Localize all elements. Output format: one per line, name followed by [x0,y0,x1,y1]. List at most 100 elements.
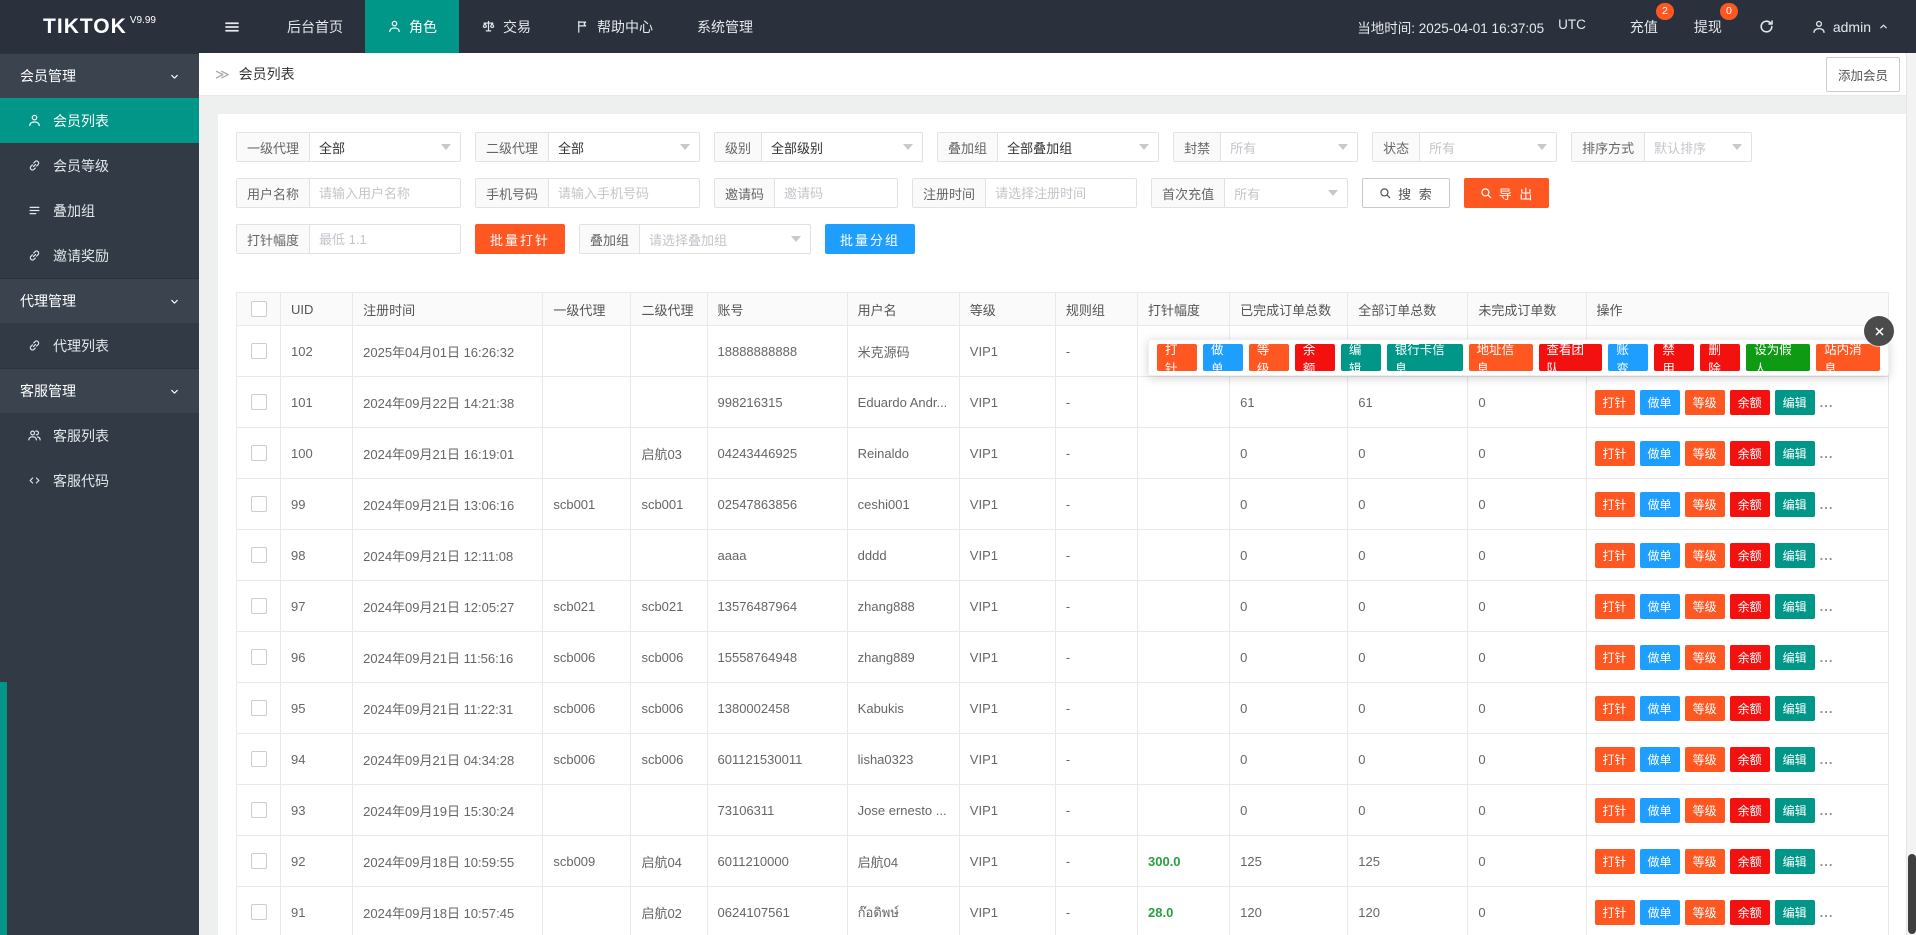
refresh-button[interactable] [1740,18,1793,35]
popup-action-button[interactable]: 余额 [1294,343,1335,376]
nav-item-roles[interactable]: 角色 [365,0,459,53]
row-action-button[interactable]: 余额 [1729,389,1770,415]
row-action-button[interactable]: 做单 [1639,440,1680,466]
row-action-button[interactable]: 做单 [1639,695,1680,721]
filter-select-second-agent[interactable]: 二级代理 全部 [475,132,701,162]
row-action-button[interactable]: 余额 [1729,491,1770,517]
popup-action-button[interactable]: 打针 [1157,343,1197,376]
row-action-button[interactable]: 等级 [1684,440,1725,466]
row-action-button[interactable]: 打针 [1594,899,1635,925]
user-menu[interactable]: admin [1793,19,1896,35]
row-action-button[interactable]: 打针 [1594,542,1635,568]
popup-close-button[interactable] [1864,316,1894,346]
add-member-button[interactable]: 添加会员 [1825,56,1900,92]
filter-select-first-agent[interactable]: 一级代理 全部 [236,132,462,162]
popup-action-button[interactable]: 查看团队 [1538,343,1603,376]
more-actions-button[interactable]: ... [1820,650,1834,665]
nav-item-home[interactable]: 后台首页 [265,0,365,53]
row-action-button[interactable]: 编辑 [1774,491,1815,517]
row-action-button[interactable]: 编辑 [1774,797,1815,823]
row-action-button[interactable]: 做单 [1639,491,1680,517]
row-action-button[interactable]: 余额 [1729,593,1770,619]
popup-action-button[interactable]: 站内消息 [1816,343,1881,376]
recharge-menu-item[interactable]: 充值 2 [1612,2,1676,37]
row-action-button[interactable]: 打针 [1594,644,1635,670]
more-actions-button[interactable]: ... [1820,395,1834,410]
sidebar-item-invite-reward[interactable]: 邀请奖励 [0,233,199,278]
row-action-button[interactable]: 余额 [1729,695,1770,721]
row-checkbox[interactable] [250,751,267,768]
row-checkbox[interactable] [250,802,267,819]
username-input[interactable] [319,185,452,201]
row-action-button[interactable]: 做单 [1639,389,1680,415]
row-action-button[interactable]: 打针 [1594,797,1635,823]
popup-action-button[interactable]: 等级 [1248,343,1289,376]
row-action-button[interactable]: 等级 [1684,797,1725,823]
more-actions-button[interactable]: ... [1820,701,1834,716]
row-action-button[interactable]: 余额 [1729,848,1770,874]
more-actions-button[interactable]: ... [1820,548,1834,563]
row-action-button[interactable]: 做单 [1639,746,1680,772]
filter-select-stack-group[interactable]: 叠加组 全部叠加组 [937,132,1160,162]
row-checkbox[interactable] [250,343,267,360]
sidebar-item-stack-group[interactable]: 叠加组 [0,188,199,233]
sidebar-group-agent-management[interactable]: 代理管理 [0,278,199,323]
popup-action-button[interactable]: 银行卡信息 [1386,343,1463,376]
sidebar-toggle-button[interactable] [199,0,265,53]
batch-inject-button[interactable]: 批量打针 [475,224,566,254]
row-action-button[interactable]: 等级 [1684,695,1725,721]
nav-item-help-center[interactable]: 帮助中心 [553,0,675,53]
sidebar-item-service-code[interactable]: 客服代码 [0,458,199,503]
row-checkbox[interactable] [250,445,267,462]
row-action-button[interactable]: 编辑 [1774,440,1815,466]
sidebar-item-agent-list[interactable]: 代理列表 [0,323,199,368]
row-action-button[interactable]: 编辑 [1774,899,1815,925]
row-checkbox[interactable] [250,547,267,564]
select-all-checkbox[interactable] [250,301,267,318]
more-actions-button[interactable]: ... [1820,497,1834,512]
row-action-button[interactable]: 做单 [1639,899,1680,925]
filter-select-ban[interactable]: 封禁 所有 [1173,132,1359,162]
more-actions-button[interactable]: ... [1820,905,1834,920]
row-action-button[interactable]: 打针 [1594,491,1635,517]
page-scrollbar-thumb[interactable] [1908,854,1916,934]
row-action-button[interactable]: 打针 [1594,440,1635,466]
row-action-button[interactable]: 编辑 [1774,695,1815,721]
popup-action-button[interactable]: 地址信息 [1468,343,1533,376]
sidebar-item-member-level[interactable]: 会员等级 [0,143,199,188]
row-action-button[interactable]: 余额 [1729,440,1770,466]
row-action-button[interactable]: 编辑 [1774,848,1815,874]
more-actions-button[interactable]: ... [1820,854,1834,869]
row-checkbox[interactable] [250,496,267,513]
inject-range-input[interactable] [319,231,452,247]
row-action-button[interactable]: 编辑 [1774,593,1815,619]
filter-select-stack-group-select[interactable]: 叠加组 请选择叠加组 [579,224,812,254]
more-actions-button[interactable]: ... [1820,446,1834,461]
withdraw-menu-item[interactable]: 提现 0 [1676,2,1740,37]
row-action-button[interactable]: 打针 [1594,389,1635,415]
row-action-button[interactable]: 余额 [1729,899,1770,925]
row-action-button[interactable]: 打针 [1594,746,1635,772]
more-actions-button[interactable]: ... [1820,752,1834,767]
row-checkbox[interactable] [250,649,267,666]
row-action-button[interactable]: 余额 [1729,797,1770,823]
popup-action-button[interactable]: 编辑 [1340,343,1381,376]
filter-select-level[interactable]: 级别 全部级别 [714,132,924,162]
row-action-button[interactable]: 等级 [1684,644,1725,670]
batch-group-button[interactable]: 批量分组 [825,224,916,254]
popup-action-button[interactable]: 做单 [1202,343,1243,376]
row-action-button[interactable]: 余额 [1729,644,1770,670]
row-checkbox[interactable] [250,394,267,411]
popup-action-button[interactable]: 禁用 [1654,343,1695,376]
row-checkbox[interactable] [250,853,267,870]
more-actions-button[interactable]: ... [1820,599,1834,614]
popup-action-button[interactable]: 账变 [1608,343,1649,376]
sidebar-scroll-thumb[interactable] [0,682,7,935]
row-action-button[interactable]: 等级 [1684,746,1725,772]
row-checkbox[interactable] [250,904,267,921]
row-action-button[interactable]: 等级 [1684,491,1725,517]
row-checkbox[interactable] [250,598,267,615]
sidebar-item-member-list[interactable]: 会员列表 [0,98,199,143]
more-actions-button[interactable]: ... [1820,803,1834,818]
row-action-button[interactable]: 打针 [1594,695,1635,721]
